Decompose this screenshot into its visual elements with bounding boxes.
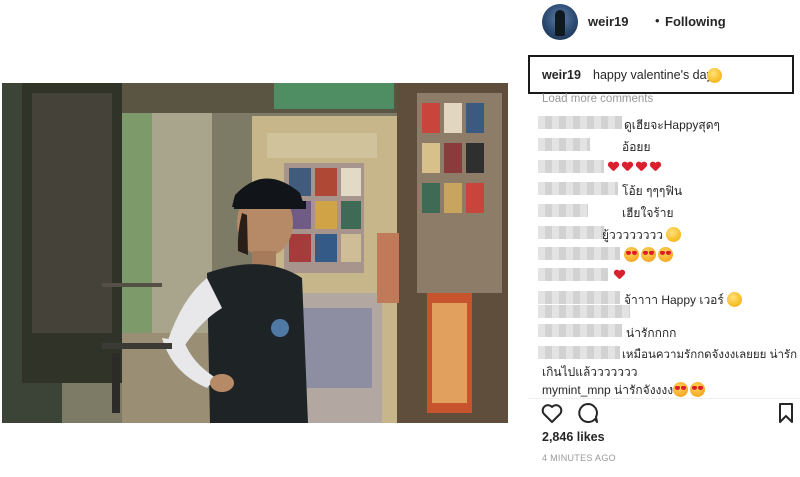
- comment-text: ยู้วววววววว: [602, 226, 682, 245]
- post-header: weir19 • Following: [528, 0, 800, 48]
- comment-heart-eyes: [624, 247, 675, 262]
- comment-hearts: [614, 268, 628, 282]
- caption-text: happy valentine's day: [593, 68, 713, 82]
- heart-emoji-icon: [622, 162, 633, 172]
- comment-text-value: ยู้วววววววว: [602, 228, 663, 242]
- comment-hearts: [608, 160, 664, 174]
- post-timestamp: 4 MINUTES AGO: [542, 453, 616, 463]
- comment-text: น่ารักกกก: [626, 326, 677, 340]
- comment-bubble-icon[interactable]: [576, 401, 600, 425]
- comment-text: ดูเฮียจะHappyสุดๆ: [624, 118, 720, 132]
- comment-row: ยู้วววววววว: [538, 224, 800, 242]
- avatar[interactable]: [542, 4, 578, 40]
- comment-row: [538, 245, 800, 263]
- heart-emoji-icon: [636, 162, 647, 172]
- heart-eyes-emoji-icon: [673, 382, 689, 397]
- caption-username[interactable]: weir19: [542, 68, 581, 82]
- separator-dot: •: [655, 13, 660, 28]
- blurred-username: [538, 324, 622, 337]
- comment-row-continued: [538, 303, 800, 321]
- comment-text: โอ้ย ๆๆๆฟิน: [622, 184, 683, 198]
- heart-outline-icon[interactable]: [540, 401, 564, 425]
- comment-row: เหมือนความรักกดจังงงเลยยย น่ารัก: [538, 344, 800, 362]
- heart-eyes-emoji-icon: [641, 247, 656, 262]
- comment-text-value: mymint_mnp น่ารักจังงงง: [542, 383, 674, 397]
- post-photo[interactable]: [2, 83, 508, 423]
- comment-row: โอ้ย ๆๆๆฟิน: [538, 180, 800, 198]
- bookmark-icon[interactable]: [774, 401, 798, 425]
- heart-eyes-emoji-icon: [690, 382, 706, 397]
- photo-image: [2, 83, 508, 423]
- likes-count[interactable]: 2,846 likes: [542, 430, 605, 444]
- comment-row-continued: เกินไปแล้ววววววว: [538, 361, 800, 379]
- comment-row: ดูเฮียจะHappyสุดๆ: [538, 114, 800, 132]
- comment-row: [538, 266, 800, 284]
- comment-row: อ้อยย: [538, 136, 800, 154]
- caption: weir19 happy valentine's day: [528, 55, 794, 94]
- heart-eyes-emoji-icon: [624, 247, 639, 262]
- blurred-text: [538, 305, 630, 318]
- following-button[interactable]: Following: [665, 14, 726, 29]
- comment-row: เฮียใจร้าย: [538, 202, 800, 220]
- yum-emoji-icon: [707, 68, 722, 83]
- blurred-username: [538, 160, 604, 173]
- action-bar: [528, 398, 800, 426]
- comment-row: mymint_mnp น่ารักจังงงง: [538, 379, 800, 397]
- avatar-figure: [555, 10, 565, 36]
- heart-emoji-icon: [614, 270, 625, 280]
- blurred-username: [538, 138, 590, 151]
- post-panel: weir19 • Following weir19 happy valentin…: [528, 0, 800, 477]
- comment-text: เฮียใจร้าย: [622, 206, 674, 220]
- heart-emoji-icon: [608, 162, 619, 172]
- blurred-username: [538, 204, 588, 217]
- heart-eyes-emoji-icon: [658, 247, 673, 262]
- grinning-emoji-icon: [666, 227, 682, 242]
- blurred-username: [538, 247, 620, 260]
- load-more-comments-link[interactable]: Load more comments: [542, 93, 653, 105]
- blurred-username: [538, 226, 604, 239]
- comment-text: อ้อยย: [622, 140, 651, 154]
- blurred-username: [538, 346, 620, 359]
- blurred-username: [538, 116, 622, 129]
- username-link[interactable]: weir19: [588, 14, 628, 29]
- comment-row: [538, 158, 800, 176]
- heart-emoji-icon: [650, 162, 661, 172]
- blurred-username: [538, 182, 618, 195]
- blurred-username: [538, 268, 608, 281]
- comment-row: น่ารักกกก: [538, 322, 800, 340]
